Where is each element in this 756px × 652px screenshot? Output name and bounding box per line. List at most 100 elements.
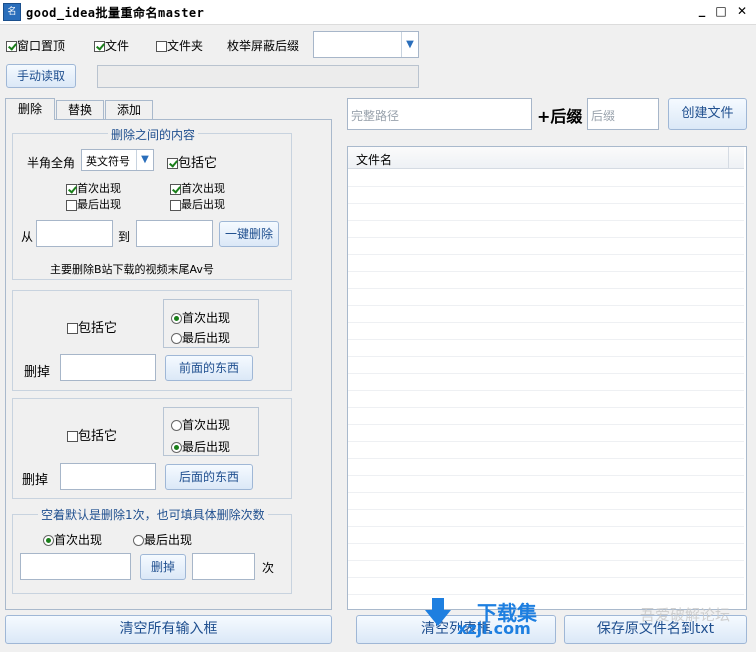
front-first-radio[interactable]: 首次出现 — [171, 309, 230, 326]
to-label: 到 — [118, 230, 131, 244]
left-last-checkbox[interactable]: 最后出现 — [66, 196, 121, 212]
to-input[interactable] — [136, 220, 213, 247]
clear-all-inputs-button[interactable]: 清空所有输入框 — [5, 615, 332, 644]
between-include-checkbox[interactable]: 包括它 — [167, 152, 217, 171]
tab-delete[interactable]: 删除 — [5, 98, 55, 120]
delete-front-button[interactable]: 前面的东西 — [165, 355, 253, 381]
delete-back-button[interactable]: 后面的东西 — [165, 464, 253, 490]
suffix-placeholder: 后缀 — [591, 109, 616, 123]
file-checkbox[interactable]: 文件 — [94, 37, 129, 54]
full-path-input[interactable]: 完整路径 — [347, 98, 532, 130]
list-row-line — [348, 237, 744, 238]
front-delete-label: 删掉 — [24, 365, 51, 380]
left-first-label: 首次出现 — [77, 182, 121, 195]
checkbox-checked-icon — [167, 158, 178, 169]
list-row-line — [348, 560, 744, 561]
list-row-line — [348, 220, 744, 221]
list-row-line — [348, 339, 744, 340]
left-first-checkbox[interactable]: 首次出现 — [66, 180, 121, 196]
list-row-line — [348, 288, 744, 289]
checkbox-icon — [170, 199, 181, 211]
close-button[interactable]: ✕ — [734, 3, 750, 19]
radio-selected-icon — [171, 442, 182, 453]
delete-between-button[interactable]: 一键删除 — [219, 221, 279, 247]
maximize-button[interactable]: □ — [713, 3, 729, 19]
file-label: 文件 — [105, 39, 130, 53]
right-last-label: 最后出现 — [181, 198, 225, 211]
symbol-type-select[interactable]: 英文符号 ▼ — [81, 149, 154, 171]
list-header-filename[interactable]: 文件名 — [356, 151, 392, 168]
enum-hide-suffix-select[interactable]: ▼ — [313, 31, 419, 58]
from-input[interactable] — [36, 220, 113, 247]
list-row-line — [348, 492, 744, 493]
radio-icon — [171, 333, 182, 344]
back-last-radio[interactable]: 最后出现 — [171, 438, 230, 455]
tab-add-label: 添加 — [116, 103, 141, 117]
app-icon: 名 — [3, 3, 21, 21]
count-delete-button[interactable]: 删掉 — [140, 554, 186, 580]
back-first-label: 首次出现 — [182, 418, 231, 432]
count-first-label: 首次出现 — [54, 533, 103, 547]
front-last-label: 最后出现 — [182, 331, 231, 345]
checkbox-icon — [67, 323, 78, 334]
checkbox-icon — [156, 41, 167, 52]
list-row-line — [348, 594, 744, 595]
list-row-line — [348, 254, 744, 255]
count-number-input[interactable] — [192, 553, 255, 580]
list-row-line — [348, 373, 744, 374]
left-last-label: 最后出现 — [77, 198, 121, 211]
list-row-line — [348, 271, 744, 272]
folder-checkbox[interactable]: 文件夹 — [156, 37, 203, 54]
right-first-label: 首次出现 — [181, 182, 225, 195]
manual-read-button[interactable]: 手动读取 — [6, 64, 76, 88]
halffull-label: 半角全角 — [27, 156, 76, 170]
tab-replace[interactable]: 替换 — [56, 100, 104, 120]
radio-selected-icon — [43, 535, 54, 546]
list-row-line — [348, 424, 744, 425]
back-last-label: 最后出现 — [182, 440, 231, 454]
radio-icon — [171, 420, 182, 431]
delete-between-title: 删除之间的内容 — [108, 126, 199, 143]
radio-selected-icon — [171, 313, 182, 324]
list-row-line — [348, 577, 744, 578]
tab-add[interactable]: 添加 — [105, 100, 153, 120]
back-include-checkbox[interactable]: 包括它 — [67, 425, 117, 444]
chevron-down-icon[interactable]: ▼ — [401, 32, 418, 57]
count-text-input[interactable] — [20, 553, 131, 580]
front-include-label: 包括它 — [78, 321, 118, 336]
front-last-radio[interactable]: 最后出现 — [171, 329, 230, 346]
count-first-radio[interactable]: 首次出现 — [43, 531, 102, 548]
title-bar: 名 good_idea批量重命名master _ □ ✕ — [0, 0, 756, 25]
right-last-checkbox[interactable]: 最后出现 — [170, 196, 225, 212]
path-display-field[interactable] — [97, 65, 419, 88]
list-row-line — [348, 407, 744, 408]
list-row-line — [348, 526, 744, 527]
front-include-checkbox[interactable]: 包括它 — [67, 317, 117, 336]
back-delete-input[interactable] — [60, 463, 156, 490]
delete-count-title: 空着默认是删除1次，也可填具体删除次数 — [38, 506, 268, 523]
symbol-type-value: 英文符号 — [86, 155, 130, 168]
folder-label: 文件夹 — [167, 39, 204, 53]
count-last-radio[interactable]: 最后出现 — [133, 531, 192, 548]
minimize-button[interactable]: _ — [694, 3, 710, 19]
list-row-line — [348, 305, 744, 306]
right-first-checkbox[interactable]: 首次出现 — [170, 180, 225, 196]
suffix-input[interactable]: 后缀 — [587, 98, 659, 130]
chevron-down-icon[interactable]: ▼ — [136, 150, 153, 170]
between-include-label: 包括它 — [178, 156, 218, 171]
enum-hide-suffix-label: 枚举屏蔽后缀 — [227, 39, 300, 53]
from-label: 从 — [21, 230, 34, 244]
checkbox-checked-icon — [66, 183, 77, 195]
file-list[interactable]: 文件名 — [347, 146, 747, 610]
list-row-line — [348, 390, 744, 391]
list-row-line — [348, 509, 744, 510]
create-file-button[interactable]: 创建文件 — [668, 98, 747, 130]
download-arrow-logo-icon — [424, 598, 452, 628]
back-include-label: 包括它 — [78, 429, 118, 444]
checkbox-icon — [66, 199, 77, 211]
watermark-forum: 吾爱破解论坛 — [640, 606, 731, 624]
front-delete-input[interactable] — [60, 354, 156, 381]
radio-icon — [133, 535, 144, 546]
back-first-radio[interactable]: 首次出现 — [171, 416, 230, 433]
topmost-checkbox[interactable]: 窗口置顶 — [6, 37, 65, 54]
